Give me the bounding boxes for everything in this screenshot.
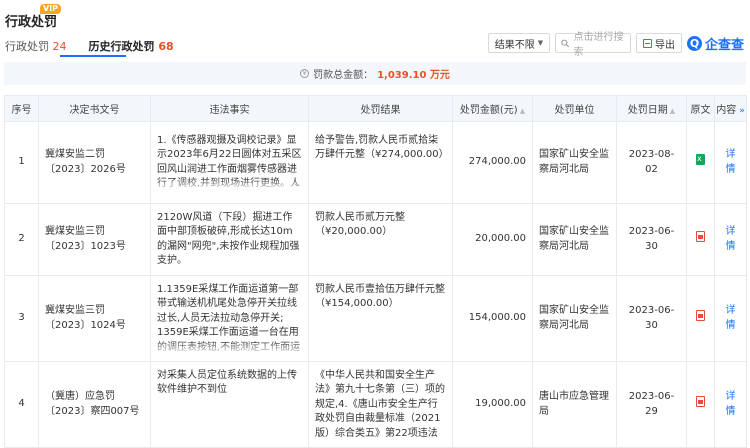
- facts-cell: 2120W风道（下段）掘进工作面中部顶板破碎,形成长达10m的漏网"网兜",未按…: [150, 203, 309, 276]
- detail-link[interactable]: 详情: [726, 305, 736, 331]
- result-text: 罚款人民币壹拾伍万肆仟元整（¥154,000.00）: [315, 283, 445, 310]
- detail-cell: 详情: [714, 275, 747, 362]
- penalty-unit: 唐山市应急管理局: [532, 361, 617, 448]
- col-header-index: 序号: [4, 95, 39, 122]
- doc-number: 冀煤安监三罚〔2023〕1024号: [38, 275, 151, 362]
- penalty-unit: 国家矿山安全监察局河北局: [532, 121, 617, 204]
- sort-icon: ▲: [669, 107, 676, 115]
- export-icon: [643, 38, 652, 48]
- result-text: 《中华人民共和国安全生产法》第九十七条第（三）项的规定,4.《唐山市安全生产行政…: [315, 369, 445, 439]
- header: 行政处罚 VIP: [0, 0, 750, 30]
- original-file-cell[interactable]: [686, 361, 715, 448]
- col-header-result: 处罚结果: [308, 95, 453, 122]
- pdf-file-icon[interactable]: [696, 310, 705, 322]
- tab-administrative-penalty[interactable]: 行政处罚 24: [5, 38, 67, 54]
- facts-text: 对采集人员定位系统数据的上传软件维护不到位: [157, 369, 297, 396]
- expand-icon[interactable]: ⌄: [293, 340, 300, 355]
- fine-total-bar: ¥ 罚款总金额： 1,039.10 万元: [4, 62, 746, 85]
- tab-label: 历史行政处罚: [88, 40, 155, 53]
- table-row: 1 冀煤安监二罚〔2023〕2026号 1.《传感器观摄及调校记录》显示2023…: [4, 121, 747, 204]
- pdf-file-icon[interactable]: [696, 231, 705, 243]
- table-row: 3 冀煤安监三罚〔2023〕1024号 1.1359E采煤工作面运道第一部带式输…: [4, 275, 747, 362]
- fine-amount: 19,000.00: [452, 361, 533, 448]
- amount-header-label: 处罚金额(元): [459, 105, 518, 116]
- detail-cell: 详情: [714, 121, 747, 204]
- result-text: 罚款人民币贰万元整（¥20,000.00）: [315, 211, 405, 238]
- content-header-label: 内容: [716, 105, 737, 116]
- penalty-unit: 国家矿山安全监察局河北局: [532, 203, 617, 276]
- original-file-cell[interactable]: [686, 121, 715, 204]
- doc-number: （冀唐）应急罚〔2023〕察四007号: [38, 361, 151, 448]
- vip-badge: VIP: [40, 4, 62, 14]
- result-cell: 罚款人民币壹拾伍万肆仟元整（¥154,000.00）: [308, 275, 453, 362]
- doc-number: 冀煤安监三罚〔2023〕1023号: [38, 203, 151, 276]
- penalty-date: 2023-06-30: [616, 203, 687, 276]
- original-file-cell[interactable]: [686, 275, 715, 362]
- col-header-date[interactable]: 处罚日期 ▲: [616, 95, 687, 122]
- fine-amount: 20,000.00: [452, 203, 533, 276]
- table-row: 2 冀煤安监三罚〔2023〕1023号 2120W风道（下段）掘进工作面中部顶板…: [4, 203, 747, 276]
- tab-history-penalty[interactable]: 历史行政处罚 68: [89, 38, 174, 54]
- filter-label: 结果不限: [494, 39, 535, 51]
- penalty-date: 2023-06-30: [616, 275, 687, 362]
- result-filter-dropdown[interactable]: 结果不限 ▼: [488, 33, 550, 53]
- detail-cell: 详情: [714, 203, 747, 276]
- detail-link[interactable]: 详情: [726, 391, 736, 417]
- table-header-row: 序号 决定书文号 违法事实 处罚结果 处罚金额(元) ▲ 处罚单位 处罚日期 ▲ 原…: [4, 95, 747, 122]
- result-cell: 《中华人民共和国安全生产法》第九十七条第（三）项的规定,4.《唐山市安全生产行政…: [308, 361, 453, 448]
- penalty-date: 2023-06-29: [616, 361, 687, 448]
- fine-amount: 274,000.00: [452, 121, 533, 204]
- detail-cell: 详情: [714, 361, 747, 448]
- doc-number: 冀煤安监二罚〔2023〕2026号: [38, 121, 151, 204]
- logo-text: 企查查: [705, 37, 745, 53]
- logo-icon: Q: [687, 35, 702, 51]
- table-row: 4 （冀唐）应急罚〔2023〕察四007号 对采集人员定位系统数据的上传软件维护…: [4, 361, 747, 448]
- export-button[interactable]: 导出: [636, 33, 682, 53]
- search-placeholder: 点击进行搜索: [573, 32, 624, 58]
- active-tab-indicator: [60, 55, 126, 57]
- result-text: 给予警告,罚款人民币贰拾柒万肆仟元整（¥274,000.00）: [315, 134, 446, 161]
- row-index: 3: [4, 275, 39, 362]
- fine-total-value: 1,039.10 万元: [377, 70, 450, 81]
- expand-icon[interactable]: ⌄: [293, 177, 300, 192]
- penalty-unit: 国家矿山安全监察局河北局: [532, 275, 617, 362]
- sort-icon: ▲: [519, 107, 526, 115]
- tab-label: 行政处罚: [5, 40, 49, 53]
- facts-text: 2120W风道（下段）掘进工作面中部顶板破碎,形成长达10m的漏网"网兜",未按…: [157, 211, 300, 267]
- date-header-label: 处罚日期: [627, 105, 668, 116]
- facts-cell: 对采集人员定位系统数据的上传软件维护不到位: [150, 361, 309, 448]
- col-header-facts: 违法事实: [150, 95, 309, 122]
- col-header-amount[interactable]: 处罚金额(元) ▲: [452, 95, 533, 122]
- col-header-content[interactable]: 内容»: [714, 95, 747, 122]
- tab-count: 68: [158, 40, 174, 53]
- chevron-down-icon: ▼: [537, 39, 544, 47]
- search-icon: [561, 39, 569, 47]
- row-index: 2: [4, 203, 39, 276]
- penalty-date: 2023-08-02: [616, 121, 687, 204]
- row-index: 4: [4, 361, 39, 448]
- row-index: 1: [4, 121, 39, 204]
- col-header-unit: 处罚单位: [532, 95, 617, 122]
- search-input[interactable]: 点击进行搜索: [555, 32, 631, 58]
- qichacha-logo: Q 企查查: [687, 33, 744, 53]
- double-chevron-down-icon: »: [739, 106, 745, 116]
- export-label: 导出: [655, 39, 675, 51]
- yen-icon: ¥: [300, 69, 310, 78]
- result-cell: 给予警告,罚款人民币贰拾柒万肆仟元整（¥274,000.00）: [308, 121, 453, 204]
- result-cell: 罚款人民币贰万元整（¥20,000.00）: [308, 203, 453, 276]
- original-file-cell[interactable]: [686, 203, 715, 276]
- col-header-original: 原文: [686, 95, 715, 122]
- fine-total-label: 罚款总金额：: [313, 70, 374, 81]
- detail-link[interactable]: 详情: [726, 149, 736, 175]
- fine-amount: 154,000.00: [452, 275, 533, 362]
- excel-file-icon[interactable]: [696, 152, 705, 167]
- detail-link[interactable]: 详情: [726, 226, 736, 252]
- facts-cell: 1.1359E采煤工作面运道第一部带式输送机机尾处急停开关拉线过长,人员无法拉动…: [150, 275, 309, 362]
- pdf-file-icon[interactable]: [696, 396, 705, 408]
- facts-cell: 1.《传感器观摄及调校记录》显示2023年6月22日圆体对五采区回风山润进工作面…: [150, 121, 309, 204]
- tab-bar: 行政处罚 24 历史行政处罚 68: [5, 38, 174, 54]
- penalty-table: 序号 决定书文号 违法事实 处罚结果 处罚金额(元) ▲ 处罚单位 处罚日期 ▲ 原…: [4, 95, 747, 448]
- col-header-doc-no: 决定书文号: [38, 95, 151, 122]
- tab-count: 24: [52, 40, 67, 53]
